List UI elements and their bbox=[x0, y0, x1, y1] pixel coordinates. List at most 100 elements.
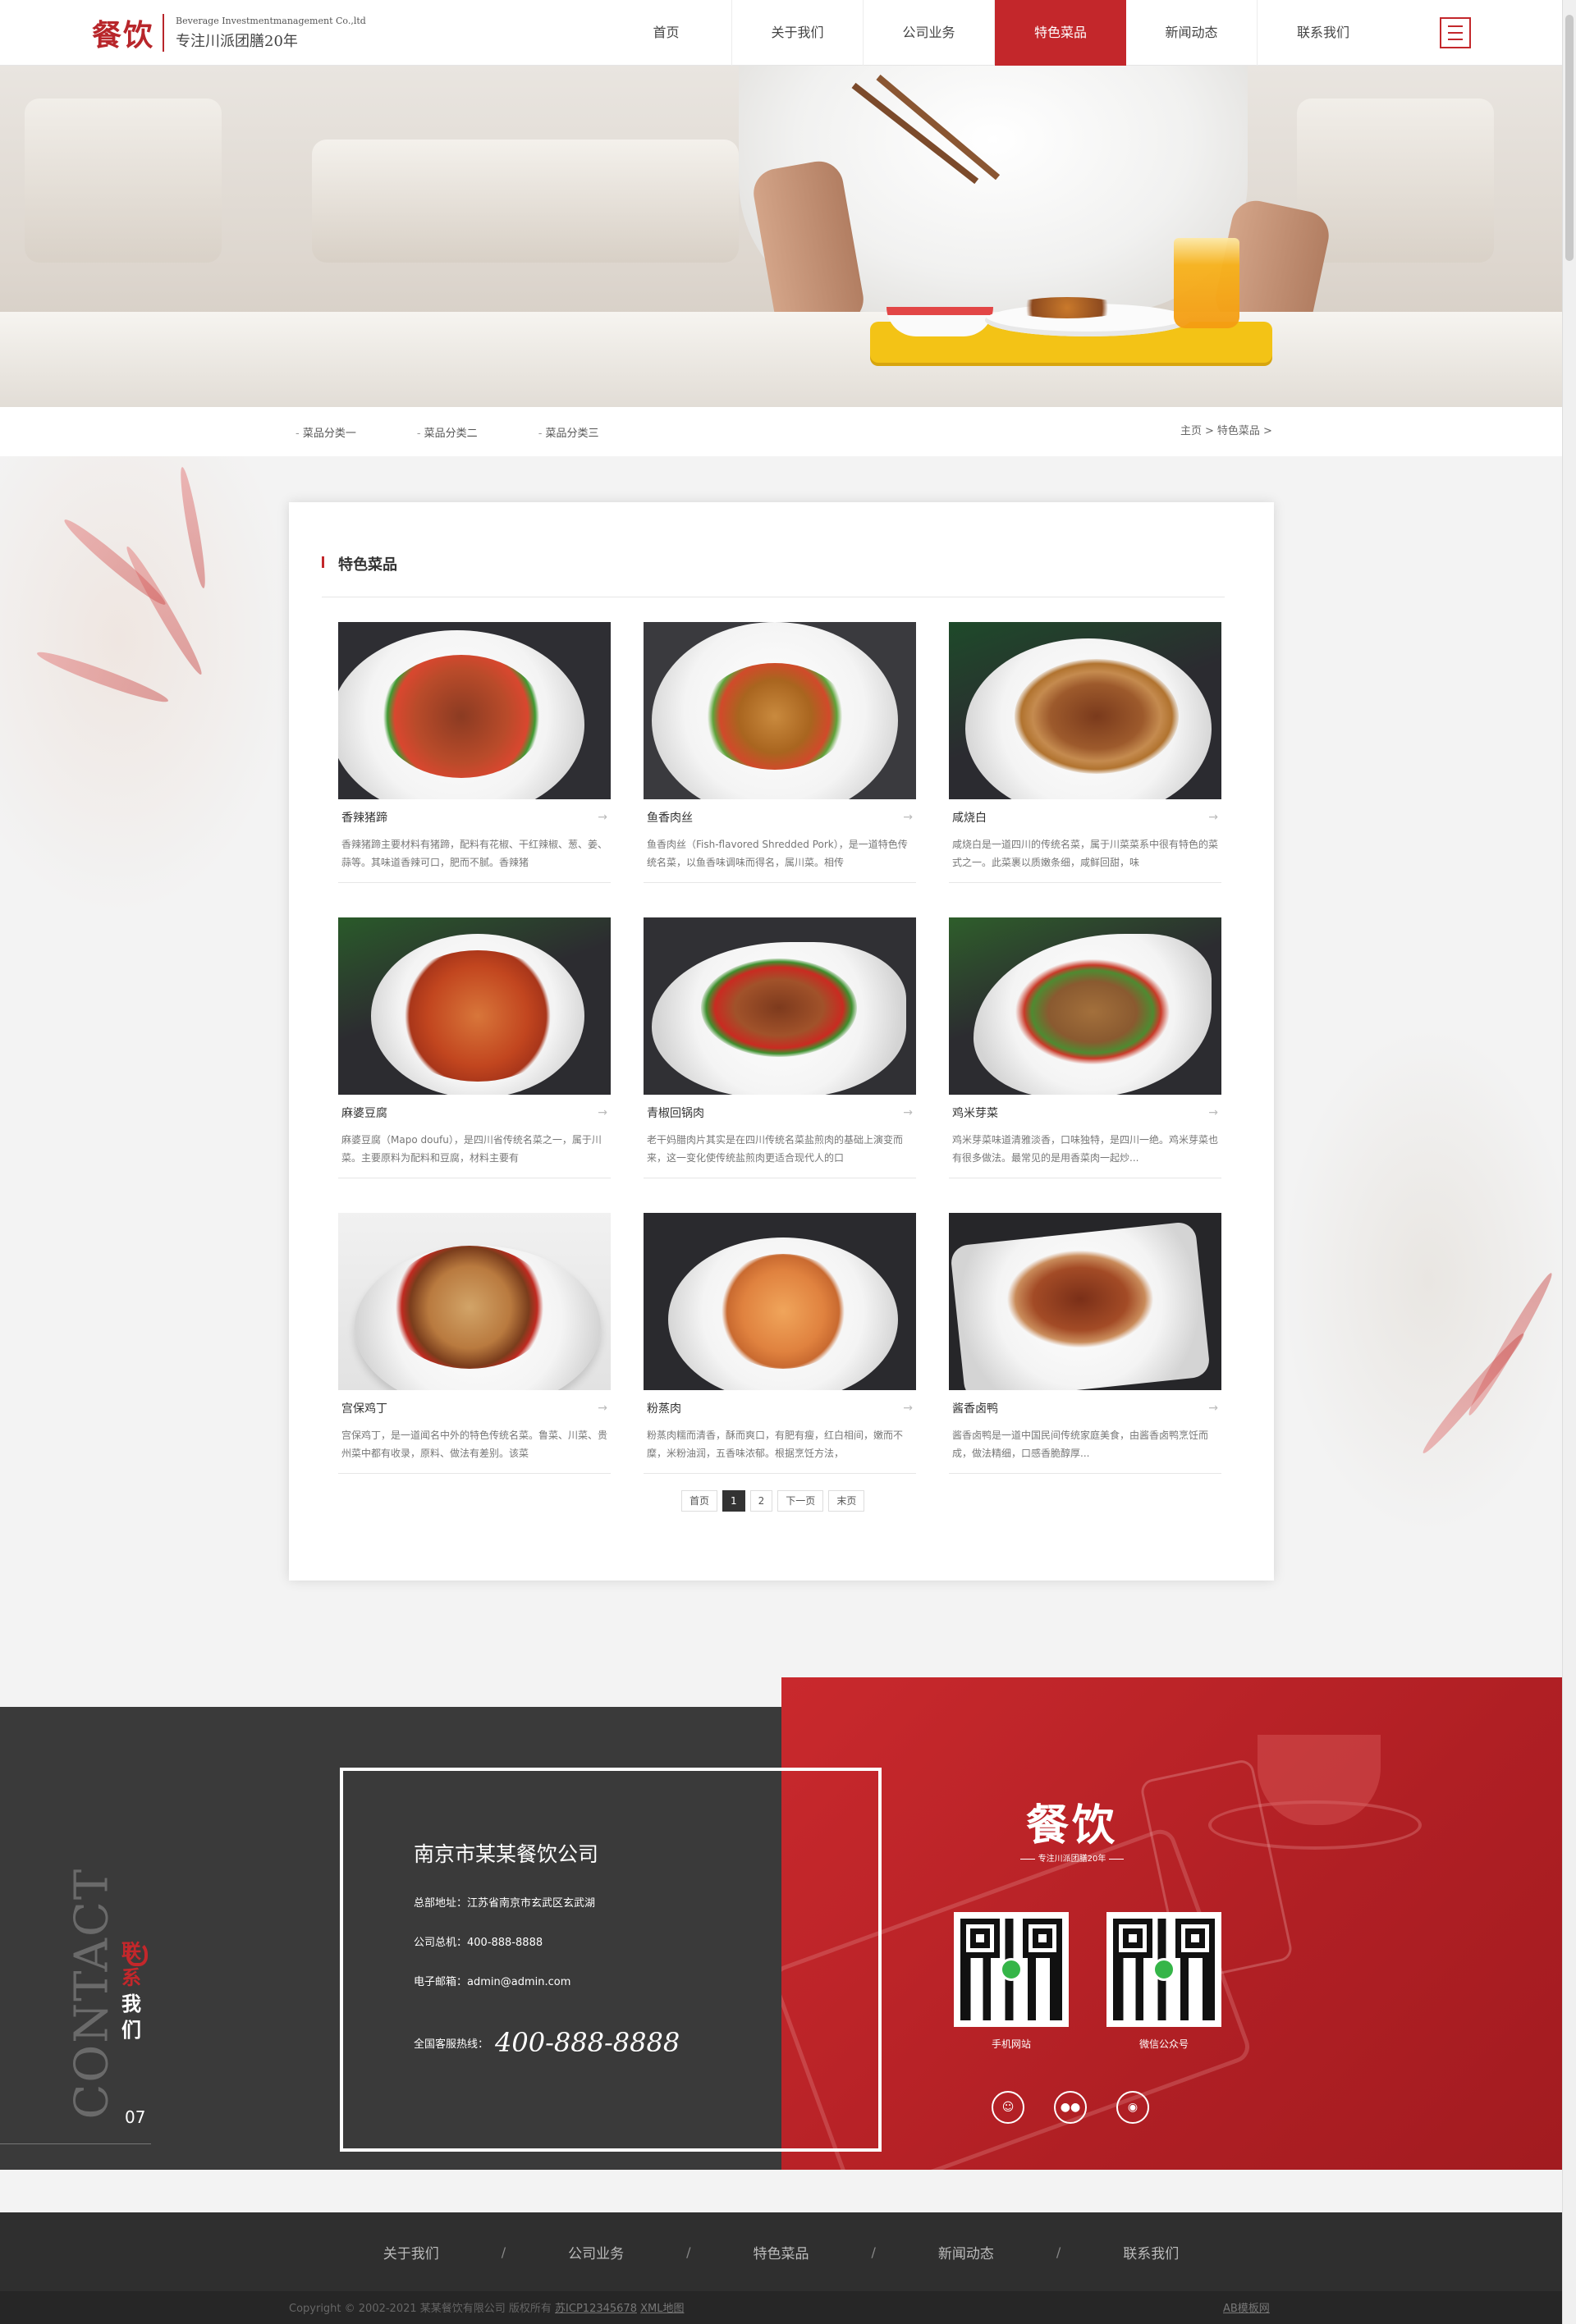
dish-card[interactable]: 香辣猪蹄 → 香辣猪蹄主要材料有猪蹄，配料有花椒、干红辣椒、葱、姜、蒜等。其味道… bbox=[338, 622, 611, 883]
dish-image[interactable] bbox=[644, 1213, 916, 1390]
arrow-right-icon[interactable]: → bbox=[1208, 1106, 1218, 1119]
logo[interactable]: 餐饮 Beverage Investmentmanagement Co.,ltd… bbox=[92, 11, 366, 54]
category-link[interactable]: 菜品分类二 bbox=[417, 424, 478, 440]
hotline-number: 400-888-8888 bbox=[495, 2027, 680, 2058]
page-last[interactable]: 末页 bbox=[828, 1490, 865, 1512]
nav-home[interactable]: 首页 bbox=[601, 0, 732, 66]
dish-name[interactable]: 鸡米芽菜 bbox=[952, 1105, 998, 1121]
dish-card[interactable]: 麻婆豆腐 → 麻婆豆腐（Mapo doufu），是四川省传统名菜之一，属于川菜。… bbox=[338, 917, 611, 1178]
logo-slogan: 专注川派团膳20年 bbox=[176, 32, 298, 50]
contact-info-box: 南京市某某餐饮公司 总部地址：江苏省南京市玄武区玄武湖 公司总机：400-888… bbox=[340, 1768, 882, 2152]
dish-image[interactable] bbox=[949, 622, 1221, 799]
dish-card[interactable]: 鱼香肉丝 → 鱼香肉丝（Fish-flavored Shredded Pork）… bbox=[644, 622, 916, 883]
email-value[interactable]: admin@admin.com bbox=[467, 1976, 570, 1988]
contact-char: 系 bbox=[121, 1966, 141, 1989]
email-row: 电子邮箱：admin@admin.com bbox=[414, 1973, 570, 1988]
wechat-icon bbox=[1000, 1958, 1023, 1981]
email-label: 电子邮箱： bbox=[414, 1976, 468, 1988]
dish-card[interactable]: 酱香卤鸭 → 酱香卤鸭是一道中国民间传统家庭美食，由酱香卤鸭烹饪而成，做法精细，… bbox=[949, 1213, 1221, 1474]
hotline-label: 全国客服热线： bbox=[414, 2038, 489, 2051]
breadcrumb-home[interactable]: 主页 bbox=[1180, 425, 1202, 437]
dish-card[interactable]: 粉蒸肉 → 粉蒸肉糯而清香，酥而爽口，有肥有瘦，红白相间，嫩而不糜，米粉油润，五… bbox=[644, 1213, 916, 1474]
contact-char: 我 bbox=[121, 1992, 141, 2015]
dish-name[interactable]: 咸烧白 bbox=[952, 809, 987, 826]
copyright-text: Copyright © 2002-2021 某某餐饮有限公司 版权所有 苏ICP… bbox=[289, 2299, 684, 2315]
dish-description: 老干妈腊肉片其实是在四川传统名菜盐煎肉的基础上演变而来，这一变化使传统盐煎肉更适… bbox=[647, 1134, 904, 1164]
nav-dishes[interactable]: 特色菜品 bbox=[995, 0, 1126, 66]
dish-description: 香辣猪蹄主要材料有猪蹄，配料有花椒、干红辣椒、葱、姜、蒜等。其味道香辣可口，肥而… bbox=[341, 839, 608, 868]
menu-icon[interactable] bbox=[1440, 17, 1471, 48]
nav-about[interactable]: 关于我们 bbox=[732, 0, 864, 66]
arrow-right-icon[interactable]: → bbox=[1208, 811, 1218, 824]
footer-link-news[interactable]: 新闻动态 bbox=[938, 2242, 994, 2262]
sub-nav: 菜品分类一 菜品分类二 菜品分类三 主页>特色菜品> bbox=[0, 407, 1562, 456]
arrow-right-icon[interactable]: → bbox=[903, 1106, 913, 1119]
dish-image[interactable] bbox=[644, 917, 916, 1095]
footer-link-business[interactable]: 公司业务 bbox=[568, 2242, 624, 2262]
chili-decoration bbox=[0, 456, 296, 916]
phone-label: 公司总机： bbox=[414, 1937, 468, 1949]
dish-name[interactable]: 青椒回锅肉 bbox=[647, 1105, 704, 1121]
xml-map-link[interactable]: XML地图 bbox=[640, 2303, 684, 2315]
category-list: 菜品分类一 菜品分类二 菜品分类三 bbox=[296, 407, 660, 456]
dish-image[interactable] bbox=[949, 1213, 1221, 1390]
arrow-right-icon[interactable]: → bbox=[598, 1106, 607, 1119]
breadcrumb-separator: > bbox=[1205, 425, 1214, 437]
address-value: 江苏省南京市玄武区玄武湖 bbox=[467, 1897, 596, 1910]
footer-link-dishes[interactable]: 特色菜品 bbox=[754, 2242, 809, 2262]
footer-link-about[interactable]: 关于我们 bbox=[383, 2242, 439, 2262]
weibo-icon[interactable]: ◉ bbox=[1116, 2091, 1149, 2124]
dish-title-row: 香辣猪蹄 → bbox=[338, 799, 611, 835]
dish-card[interactable]: 咸烧白 → 咸烧白是一道四川的传统名菜，属于川菜菜系中很有特色的菜式之一。此菜裹… bbox=[949, 622, 1221, 883]
page-number[interactable]: 2 bbox=[749, 1490, 773, 1512]
category-link[interactable]: 菜品分类三 bbox=[538, 424, 599, 440]
phone-row: 公司总机：400-888-8888 bbox=[414, 1933, 543, 1949]
dish-image[interactable] bbox=[949, 917, 1221, 1095]
category-link[interactable]: 菜品分类一 bbox=[296, 424, 356, 440]
dish-title-row: 鱼香肉丝 → bbox=[644, 799, 916, 835]
arrow-right-icon[interactable]: → bbox=[903, 1402, 913, 1415]
dish-image[interactable] bbox=[338, 1213, 611, 1390]
dish-title-row: 酱香卤鸭 → bbox=[949, 1390, 1221, 1426]
dish-image[interactable] bbox=[338, 622, 611, 799]
dish-name[interactable]: 麻婆豆腐 bbox=[341, 1105, 387, 1121]
arrow-right-icon[interactable]: → bbox=[1208, 1402, 1218, 1415]
dish-image[interactable] bbox=[338, 917, 611, 1095]
logo-text: Beverage Investmentmanagement Co.,ltd 专注… bbox=[176, 16, 366, 51]
herb-decoration bbox=[1280, 1026, 1576, 1535]
icp-link[interactable]: 苏ICP12345678 bbox=[555, 2303, 637, 2315]
dish-name[interactable]: 酱香卤鸭 bbox=[952, 1400, 998, 1416]
hero-banner bbox=[0, 66, 1562, 407]
page-number[interactable]: 1 bbox=[722, 1490, 745, 1512]
nav-business[interactable]: 公司业务 bbox=[864, 0, 995, 66]
dish-description: 麻婆豆腐（Mapo doufu），是四川省传统名菜之一，属于川菜。主要原料为配料… bbox=[341, 1134, 602, 1164]
page-first[interactable]: 首页 bbox=[681, 1490, 718, 1512]
breadcrumb-current[interactable]: 特色菜品 bbox=[1217, 425, 1260, 437]
brand-logo: 餐饮 bbox=[1025, 1800, 1118, 1851]
dish-card[interactable]: 青椒回锅肉 → 老干妈腊肉片其实是在四川传统名菜盐煎肉的基础上演变而来，这一变化… bbox=[644, 917, 916, 1178]
scrollbar[interactable] bbox=[1562, 0, 1576, 2324]
dish-card[interactable]: 宫保鸡丁 → 宫保鸡丁，是一道闻名中外的特色传统名菜。鲁菜、川菜、贵州菜中都有收… bbox=[338, 1213, 611, 1474]
template-link[interactable]: AB模板网 bbox=[1223, 2299, 1270, 2315]
dish-name[interactable]: 鱼香肉丝 bbox=[647, 809, 693, 826]
nav-contact[interactable]: 联系我们 bbox=[1258, 0, 1389, 66]
arrow-right-icon[interactable]: → bbox=[903, 811, 913, 824]
dish-name[interactable]: 粉蒸肉 bbox=[647, 1400, 681, 1416]
logo-mark: 餐饮 bbox=[92, 18, 155, 53]
scrollbar-thumb[interactable] bbox=[1565, 15, 1574, 261]
arrow-right-icon[interactable]: → bbox=[598, 811, 607, 824]
dish-name[interactable]: 香辣猪蹄 bbox=[341, 809, 387, 826]
site-header: 餐饮 Beverage Investmentmanagement Co.,ltd… bbox=[0, 0, 1562, 66]
wechat-icon[interactable]: ●● bbox=[1054, 2091, 1087, 2124]
arrow-right-icon[interactable]: → bbox=[598, 1402, 607, 1415]
contact-english: CONTACT bbox=[65, 1867, 119, 2120]
footer-link-contact[interactable]: 联系我们 bbox=[1123, 2242, 1179, 2262]
dish-image[interactable] bbox=[644, 622, 916, 799]
page-next[interactable]: 下一页 bbox=[777, 1490, 824, 1512]
dish-card[interactable]: 鸡米芽菜 → 鸡米芽菜味道清雅淡香，口味独特，是四川一绝。鸡米芽菜也有很多做法。… bbox=[949, 917, 1221, 1178]
qr-code-wechat bbox=[1106, 1912, 1221, 2027]
breadcrumb-separator: > bbox=[1262, 425, 1272, 437]
dish-name[interactable]: 宫保鸡丁 bbox=[341, 1400, 387, 1416]
nav-news[interactable]: 新闻动态 bbox=[1126, 0, 1258, 66]
qq-icon[interactable]: ☺ bbox=[992, 2091, 1024, 2124]
